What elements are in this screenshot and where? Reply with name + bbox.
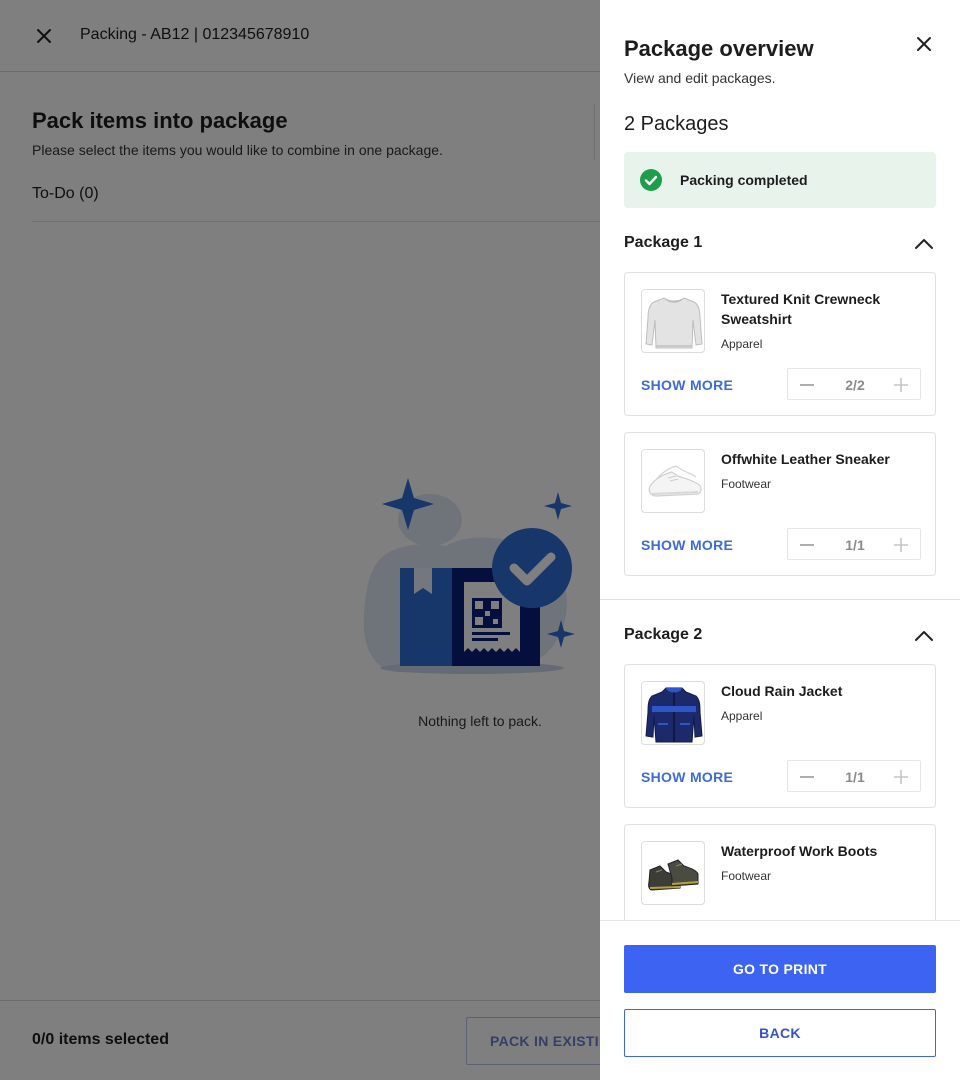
quantity-stepper: 1/1 <box>787 760 921 792</box>
plus-icon[interactable] <box>892 376 910 394</box>
package-overview-drawer: Package overview View and edit packages.… <box>600 0 960 1080</box>
chevron-up-icon[interactable] <box>912 232 936 256</box>
package-item-card: Offwhite Leather Sneaker Footwear SHOW M… <box>624 432 936 576</box>
package-title: Package 2 <box>624 626 703 643</box>
package-header[interactable]: Package 1 <box>624 232 936 256</box>
show-more-link[interactable]: SHOW MORE <box>641 537 733 553</box>
package-item-card: Textured Knit Crewneck Sweatshirt Appare… <box>624 272 936 416</box>
quantity-stepper: 1/1 <box>787 528 921 560</box>
plus-icon[interactable] <box>892 768 910 786</box>
item-category: Footwear <box>721 477 772 491</box>
package-title: Package 1 <box>624 234 703 251</box>
drawer-subtitle: View and edit packages. <box>624 70 776 86</box>
check-circle-icon <box>640 169 662 191</box>
status-text: Packing completed <box>680 172 808 188</box>
item-category: Apparel <box>721 337 763 351</box>
boots-image <box>641 841 705 905</box>
jacket-image <box>641 681 705 745</box>
item-name: Textured Knit Crewneck Sweatshirt <box>721 291 881 327</box>
package-item-card: Cloud Rain Jacket Apparel SHOW MORE 1/1 <box>624 664 936 808</box>
show-more-link[interactable]: SHOW MORE <box>641 377 733 393</box>
go-to-print-button[interactable]: GO TO PRINT <box>624 945 936 993</box>
item-name: Cloud Rain Jacket <box>721 683 843 699</box>
drawer-footer: GO TO PRINT BACK <box>600 920 960 1080</box>
item-name: Waterproof Work Boots <box>721 843 878 859</box>
sneaker-image <box>641 449 705 513</box>
plus-icon[interactable] <box>892 536 910 554</box>
chevron-up-icon[interactable] <box>912 624 936 648</box>
sweatshirt-image <box>641 289 705 353</box>
quantity-stepper: 2/2 <box>787 368 921 400</box>
item-category: Footwear <box>721 869 772 883</box>
package-count: 2 Packages <box>624 113 729 135</box>
show-more-link[interactable]: SHOW MORE <box>641 769 733 785</box>
drawer-title: Package overview <box>624 36 814 61</box>
item-name: Offwhite Leather Sneaker <box>721 451 890 467</box>
status-banner: Packing completed <box>624 152 936 208</box>
item-category: Apparel <box>721 709 763 723</box>
divider <box>600 599 960 600</box>
back-button[interactable]: BACK <box>624 1009 936 1057</box>
package-header[interactable]: Package 2 <box>624 624 936 648</box>
close-icon[interactable] <box>912 32 936 56</box>
